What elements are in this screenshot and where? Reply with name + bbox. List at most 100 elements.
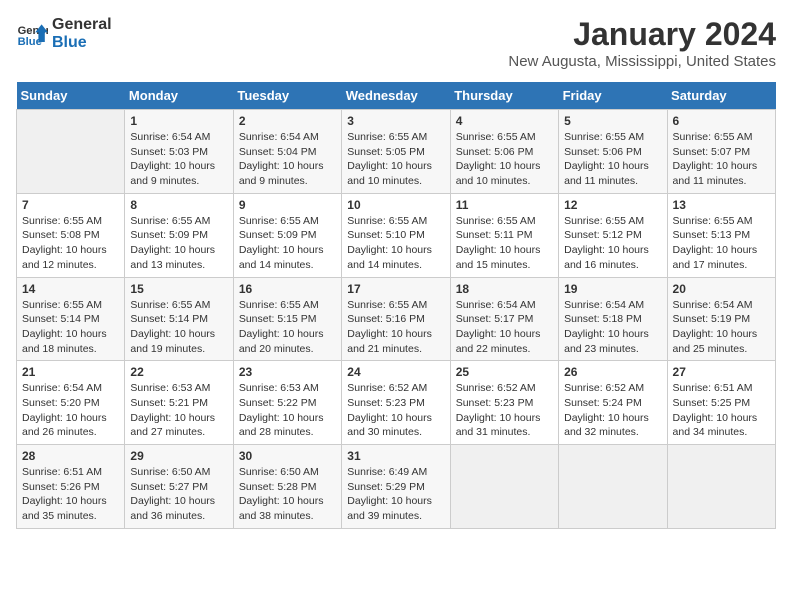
logo-icon: General Blue: [16, 18, 48, 50]
day-number: 6: [673, 114, 770, 128]
day-info: Sunrise: 6:55 AM Sunset: 5:10 PM Dayligh…: [347, 214, 444, 273]
day-header-monday: Monday: [125, 82, 233, 110]
calendar-cell: 26 Sunrise: 6:52 AM Sunset: 5:24 PM Dayli…: [559, 361, 667, 445]
day-info: Sunrise: 6:50 AM Sunset: 5:27 PM Dayligh…: [130, 465, 227, 524]
day-info: Sunrise: 6:54 AM Sunset: 5:18 PM Dayligh…: [564, 298, 661, 357]
calendar-cell: 30Sunrise: 6:50 AM Sunset: 5:28 PM Dayli…: [233, 445, 341, 529]
day-header-wednesday: Wednesday: [342, 82, 450, 110]
day-number: 1: [130, 114, 227, 128]
day-info: Sunrise: 6:54 AM Sunset: 5:04 PM Dayligh…: [239, 130, 336, 189]
day-number: 27: [673, 365, 770, 379]
calendar-cell: 9Sunrise: 6:55 AM Sunset: 5:09 PM Daylig…: [233, 193, 341, 277]
day-number: 18: [456, 282, 553, 296]
day-info: Sunrise: 6:49 AM Sunset: 5:29 PM Dayligh…: [347, 465, 444, 524]
day-number: 25: [456, 365, 553, 379]
day-info: Sunrise: 6:55 AM Sunset: 5:09 PM Dayligh…: [130, 214, 227, 273]
calendar-cell: 1Sunrise: 6:54 AM Sunset: 5:03 PM Daylig…: [125, 110, 233, 194]
day-info: Sunrise: 6:50 AM Sunset: 5:28 PM Dayligh…: [239, 465, 336, 524]
day-info: Sunrise: 6:54 AM Sunset: 5:20 PM Dayligh…: [22, 381, 119, 440]
calendar-cell: 19 Sunrise: 6:54 AM Sunset: 5:18 PM Dayli…: [559, 277, 667, 361]
day-info: Sunrise: 6:51 AM Sunset: 5:25 PM Dayligh…: [673, 381, 770, 440]
day-header-friday: Friday: [559, 82, 667, 110]
day-number: 12: [564, 198, 661, 212]
day-info: Sunrise: 6:52 AM Sunset: 5:24 PM Dayligh…: [564, 381, 661, 440]
day-info: Sunrise: 6:51 AM Sunset: 5:26 PM Dayligh…: [22, 465, 119, 524]
calendar-cell: 17 Sunrise: 6:55 AM Sunset: 5:16 PM Dayli…: [342, 277, 450, 361]
calendar-cell: 14Sunrise: 6:55 AM Sunset: 5:14 PM Dayli…: [17, 277, 125, 361]
day-number: 29: [130, 449, 227, 463]
day-number: 4: [456, 114, 553, 128]
day-info: Sunrise: 6:55 AM Sunset: 5:07 PM Dayligh…: [673, 130, 770, 189]
calendar-cell: [450, 445, 558, 529]
day-number: 17: [347, 282, 444, 296]
calendar-cell: 10 Sunrise: 6:55 AM Sunset: 5:10 PM Dayli…: [342, 193, 450, 277]
day-info: Sunrise: 6:54 AM Sunset: 5:17 PM Dayligh…: [456, 298, 553, 357]
day-info: Sunrise: 6:55 AM Sunset: 5:08 PM Dayligh…: [22, 214, 119, 273]
day-info: Sunrise: 6:55 AM Sunset: 5:06 PM Dayligh…: [564, 130, 661, 189]
day-number: 8: [130, 198, 227, 212]
day-info: Sunrise: 6:55 AM Sunset: 5:14 PM Dayligh…: [130, 298, 227, 357]
calendar-cell: 2Sunrise: 6:54 AM Sunset: 5:04 PM Daylig…: [233, 110, 341, 194]
calendar-cell: 29 Sunrise: 6:50 AM Sunset: 5:27 PM Dayli…: [125, 445, 233, 529]
day-info: Sunrise: 6:55 AM Sunset: 5:06 PM Dayligh…: [456, 130, 553, 189]
calendar-week-1: 1Sunrise: 6:54 AM Sunset: 5:03 PM Daylig…: [17, 110, 776, 194]
calendar-cell: 3 Sunrise: 6:55 AM Sunset: 5:05 PM Daylig…: [342, 110, 450, 194]
day-number: 20: [673, 282, 770, 296]
day-info: Sunrise: 6:52 AM Sunset: 5:23 PM Dayligh…: [347, 381, 444, 440]
calendar-cell: 8 Sunrise: 6:55 AM Sunset: 5:09 PM Daylig…: [125, 193, 233, 277]
calendar-week-3: 14Sunrise: 6:55 AM Sunset: 5:14 PM Dayli…: [17, 277, 776, 361]
page-header: General Blue General Blue January 2024 N…: [16, 16, 776, 70]
calendar-week-2: 7Sunrise: 6:55 AM Sunset: 5:08 PM Daylig…: [17, 193, 776, 277]
day-number: 3: [347, 114, 444, 128]
day-info: Sunrise: 6:55 AM Sunset: 5:13 PM Dayligh…: [673, 214, 770, 273]
day-header-tuesday: Tuesday: [233, 82, 341, 110]
calendar-cell: 13 Sunrise: 6:55 AM Sunset: 5:13 PM Dayli…: [667, 193, 775, 277]
calendar-cell: 24 Sunrise: 6:52 AM Sunset: 5:23 PM Dayli…: [342, 361, 450, 445]
calendar-cell: 27 Sunrise: 6:51 AM Sunset: 5:25 PM Dayli…: [667, 361, 775, 445]
day-number: 21: [22, 365, 119, 379]
day-info: Sunrise: 6:55 AM Sunset: 5:15 PM Dayligh…: [239, 298, 336, 357]
day-number: 19: [564, 282, 661, 296]
calendar-subtitle: New Augusta, Mississippi, United States: [508, 53, 776, 70]
day-info: Sunrise: 6:52 AM Sunset: 5:23 PM Dayligh…: [456, 381, 553, 440]
calendar-table: SundayMondayTuesdayWednesdayThursdayFrid…: [16, 82, 776, 529]
calendar-cell: 25 Sunrise: 6:52 AM Sunset: 5:23 PM Dayli…: [450, 361, 558, 445]
day-info: Sunrise: 6:55 AM Sunset: 5:11 PM Dayligh…: [456, 214, 553, 273]
day-info: Sunrise: 6:55 AM Sunset: 5:14 PM Dayligh…: [22, 298, 119, 357]
day-header-thursday: Thursday: [450, 82, 558, 110]
calendar-cell: 22Sunrise: 6:53 AM Sunset: 5:21 PM Dayli…: [125, 361, 233, 445]
calendar-cell: 11 Sunrise: 6:55 AM Sunset: 5:11 PM Dayli…: [450, 193, 558, 277]
day-number: 23: [239, 365, 336, 379]
calendar-cell: [559, 445, 667, 529]
calendar-cell: 16 Sunrise: 6:55 AM Sunset: 5:15 PM Dayli…: [233, 277, 341, 361]
day-number: 28: [22, 449, 119, 463]
day-info: Sunrise: 6:53 AM Sunset: 5:22 PM Dayligh…: [239, 381, 336, 440]
day-number: 15: [130, 282, 227, 296]
day-number: 5: [564, 114, 661, 128]
day-info: Sunrise: 6:55 AM Sunset: 5:05 PM Dayligh…: [347, 130, 444, 189]
calendar-cell: 23 Sunrise: 6:53 AM Sunset: 5:22 PM Dayli…: [233, 361, 341, 445]
day-number: 24: [347, 365, 444, 379]
calendar-cell: 15 Sunrise: 6:55 AM Sunset: 5:14 PM Dayli…: [125, 277, 233, 361]
calendar-cell: 28 Sunrise: 6:51 AM Sunset: 5:26 PM Dayli…: [17, 445, 125, 529]
calendar-cell: [667, 445, 775, 529]
calendar-week-5: 28 Sunrise: 6:51 AM Sunset: 5:26 PM Dayli…: [17, 445, 776, 529]
calendar-cell: [17, 110, 125, 194]
day-number: 26: [564, 365, 661, 379]
day-number: 16: [239, 282, 336, 296]
calendar-cell: 21 Sunrise: 6:54 AM Sunset: 5:20 PM Dayli…: [17, 361, 125, 445]
day-info: Sunrise: 6:53 AM Sunset: 5:21 PM Dayligh…: [130, 381, 227, 440]
logo-blue: Blue: [52, 34, 112, 52]
day-number: 13: [673, 198, 770, 212]
day-header-saturday: Saturday: [667, 82, 775, 110]
day-number: 11: [456, 198, 553, 212]
calendar-cell: 18 Sunrise: 6:54 AM Sunset: 5:17 PM Dayli…: [450, 277, 558, 361]
calendar-cell: 31 Sunrise: 6:49 AM Sunset: 5:29 PM Dayli…: [342, 445, 450, 529]
calendar-cell: 20Sunrise: 6:54 AM Sunset: 5:19 PM Dayli…: [667, 277, 775, 361]
day-number: 10: [347, 198, 444, 212]
logo-general: General: [52, 16, 112, 34]
day-number: 31: [347, 449, 444, 463]
title-block: January 2024 New Augusta, Mississippi, U…: [508, 16, 776, 70]
day-info: Sunrise: 6:55 AM Sunset: 5:16 PM Dayligh…: [347, 298, 444, 357]
day-info: Sunrise: 6:55 AM Sunset: 5:09 PM Dayligh…: [239, 214, 336, 273]
